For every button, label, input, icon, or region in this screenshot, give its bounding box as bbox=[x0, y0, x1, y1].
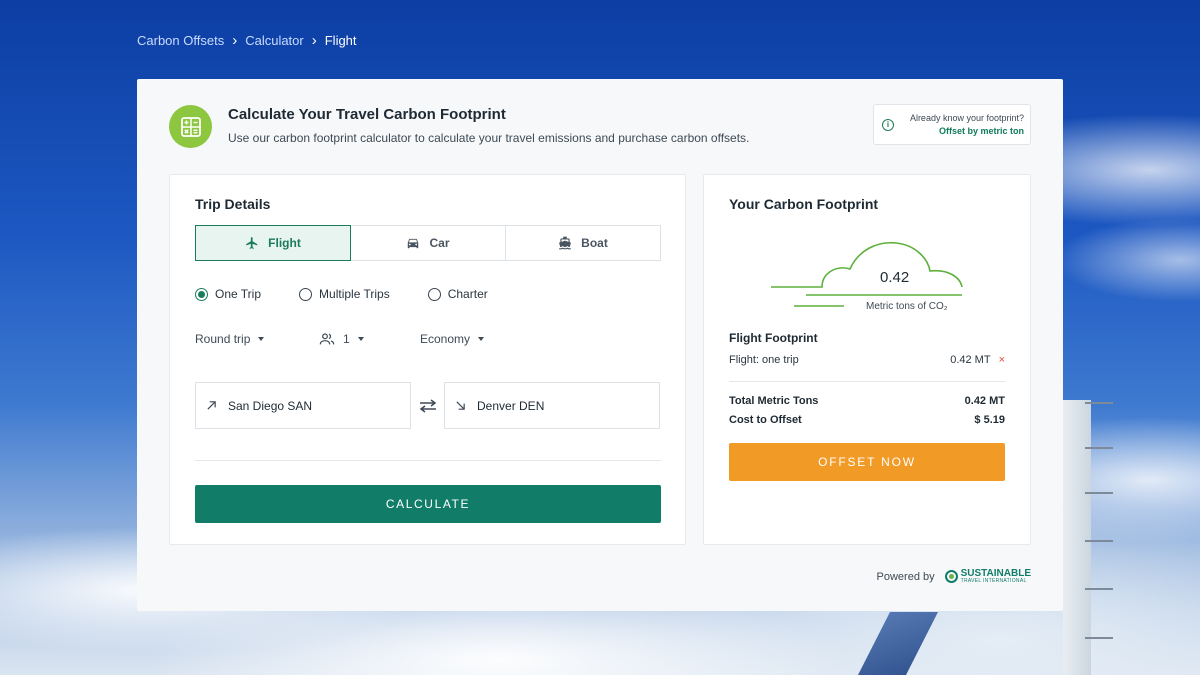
wing-detail-line bbox=[1085, 402, 1113, 404]
offset-now-button[interactable]: OFFSET NOW bbox=[729, 443, 1005, 481]
breadcrumb-separator: › bbox=[232, 32, 238, 49]
sti-logo-sub: TRAVEL INTERNATIONAL bbox=[960, 578, 1027, 584]
footprint-value: 0.42 bbox=[880, 269, 910, 286]
page-title: Calculate Your Travel Carbon Footprint bbox=[228, 106, 506, 123]
cabin-class-select[interactable]: Economy bbox=[420, 332, 485, 346]
boat-icon bbox=[559, 236, 572, 250]
chevron-down-icon bbox=[478, 337, 485, 341]
calculate-button[interactable]: CALCULATE bbox=[195, 485, 661, 523]
tab-car-label: Car bbox=[429, 236, 450, 250]
radio-multiple-trips-label: Multiple Trips bbox=[319, 287, 390, 301]
swap-locations-icon[interactable] bbox=[418, 396, 438, 416]
already-know-footprint-box: i Already know your footprint? Offset by… bbox=[873, 104, 1031, 145]
divider bbox=[195, 460, 661, 461]
passengers-select[interactable]: 1 bbox=[319, 332, 364, 346]
sti-logo-name: SUSTAINABLE bbox=[960, 568, 1031, 579]
radio-dot bbox=[299, 287, 313, 301]
footprint-title: Your Carbon Footprint bbox=[729, 196, 879, 212]
footprint-unit: Metric tons of CO₂ bbox=[866, 301, 948, 312]
carbon-footprint-card: Your Carbon Footprint 0.42 Metric tons o… bbox=[703, 174, 1031, 545]
airplane-icon bbox=[246, 237, 258, 249]
divider bbox=[729, 381, 1005, 382]
destination-value: Denver DEN bbox=[477, 398, 545, 413]
trip-options-row: Round trip 1 Economy bbox=[195, 332, 661, 352]
radio-multiple-trips[interactable]: Multiple Trips bbox=[299, 287, 390, 301]
trip-direction-select[interactable]: Round trip bbox=[195, 332, 265, 346]
tab-flight[interactable]: Flight bbox=[195, 225, 351, 261]
trip-type-radio-group: One Trip Multiple Trips Charter bbox=[195, 287, 488, 301]
travel-mode-tabs: Flight Car Boat bbox=[195, 225, 661, 261]
wing-detail-line bbox=[1085, 588, 1113, 590]
calculator-panel: Calculate Your Travel Carbon Footprint U… bbox=[137, 79, 1063, 611]
radio-one-trip[interactable]: One Trip bbox=[195, 287, 261, 301]
total-label: Total Metric Tons bbox=[729, 395, 819, 407]
wing-detail-line bbox=[1085, 637, 1113, 639]
people-icon bbox=[319, 333, 335, 345]
airplane-wing-background bbox=[1063, 400, 1091, 675]
cost-label: Cost to Offset bbox=[729, 414, 802, 426]
total-value: 0.42 MT bbox=[964, 395, 1005, 407]
cabin-class-value: Economy bbox=[420, 332, 471, 346]
radio-one-trip-label: One Trip bbox=[215, 287, 262, 301]
total-metric-tons-row: Total Metric Tons 0.42 MT bbox=[729, 395, 1005, 407]
wing-detail-line bbox=[1085, 447, 1113, 449]
chevron-down-icon bbox=[258, 337, 265, 341]
passengers-value: 1 bbox=[343, 332, 350, 346]
radio-dot bbox=[427, 287, 441, 301]
tab-boat-label: Boat bbox=[581, 236, 608, 250]
page-subtitle: Use our carbon footprint calculator to c… bbox=[228, 131, 750, 145]
breadcrumb-calculator[interactable]: Calculator bbox=[245, 33, 304, 48]
radio-charter-label: Charter bbox=[447, 287, 488, 301]
breadcrumb: Carbon Offsets › Calculator › Flight bbox=[137, 33, 357, 48]
remove-icon[interactable]: × bbox=[999, 354, 1005, 366]
destination-field[interactable]: Denver DEN bbox=[444, 382, 660, 429]
line-item-value: 0.42 MT bbox=[950, 354, 991, 366]
offset-by-metric-ton-link[interactable]: Offset by metric ton bbox=[903, 125, 1024, 138]
origin-value: San Diego SAN bbox=[228, 398, 313, 413]
tab-flight-label: Flight bbox=[268, 236, 301, 250]
arrow-up-right-icon bbox=[207, 401, 216, 410]
powered-by-label: Powered by bbox=[876, 570, 935, 583]
trip-details-card: Trip Details Flight Car Boat One Trip Mu… bbox=[169, 174, 686, 545]
info-icon: i bbox=[882, 118, 894, 131]
cost-value: $ 5.19 bbox=[974, 414, 1005, 426]
sti-logo-mark bbox=[944, 570, 958, 583]
trip-details-title: Trip Details bbox=[195, 196, 271, 212]
line-item-label: Flight: one trip bbox=[729, 354, 799, 366]
wing-tip-background bbox=[858, 612, 938, 675]
wing-detail-line bbox=[1085, 492, 1113, 494]
flight-footprint-title: Flight Footprint bbox=[729, 331, 818, 345]
car-icon bbox=[408, 238, 419, 249]
sustainable-travel-logo[interactable]: SUSTAINABLE TRAVEL INTERNATIONAL bbox=[944, 568, 1031, 584]
flight-line-item: Flight: one trip 0.42 MT × bbox=[729, 354, 1005, 366]
trip-direction-value: Round trip bbox=[195, 332, 251, 346]
breadcrumb-flight: Flight bbox=[324, 33, 357, 48]
tab-car[interactable]: Car bbox=[350, 225, 506, 261]
radio-charter[interactable]: Charter bbox=[427, 287, 488, 301]
breadcrumb-carbon-offsets[interactable]: Carbon Offsets bbox=[137, 33, 224, 48]
arrow-down-right-icon bbox=[456, 401, 465, 410]
radio-dot bbox=[195, 287, 208, 301]
cost-to-offset-row: Cost to Offset $ 5.19 bbox=[729, 414, 1005, 426]
powered-by: Powered by SUSTAINABLE TRAVEL INTERNATIO… bbox=[876, 568, 1031, 585]
chevron-down-icon bbox=[357, 337, 364, 341]
wing-detail-line bbox=[1085, 540, 1113, 542]
origin-field[interactable]: San Diego SAN bbox=[195, 382, 411, 429]
already-know-question: Already know your footprint? bbox=[909, 112, 1024, 123]
tab-boat[interactable]: Boat bbox=[505, 225, 661, 261]
breadcrumb-separator: › bbox=[311, 32, 317, 49]
calculator-icon bbox=[169, 105, 212, 148]
